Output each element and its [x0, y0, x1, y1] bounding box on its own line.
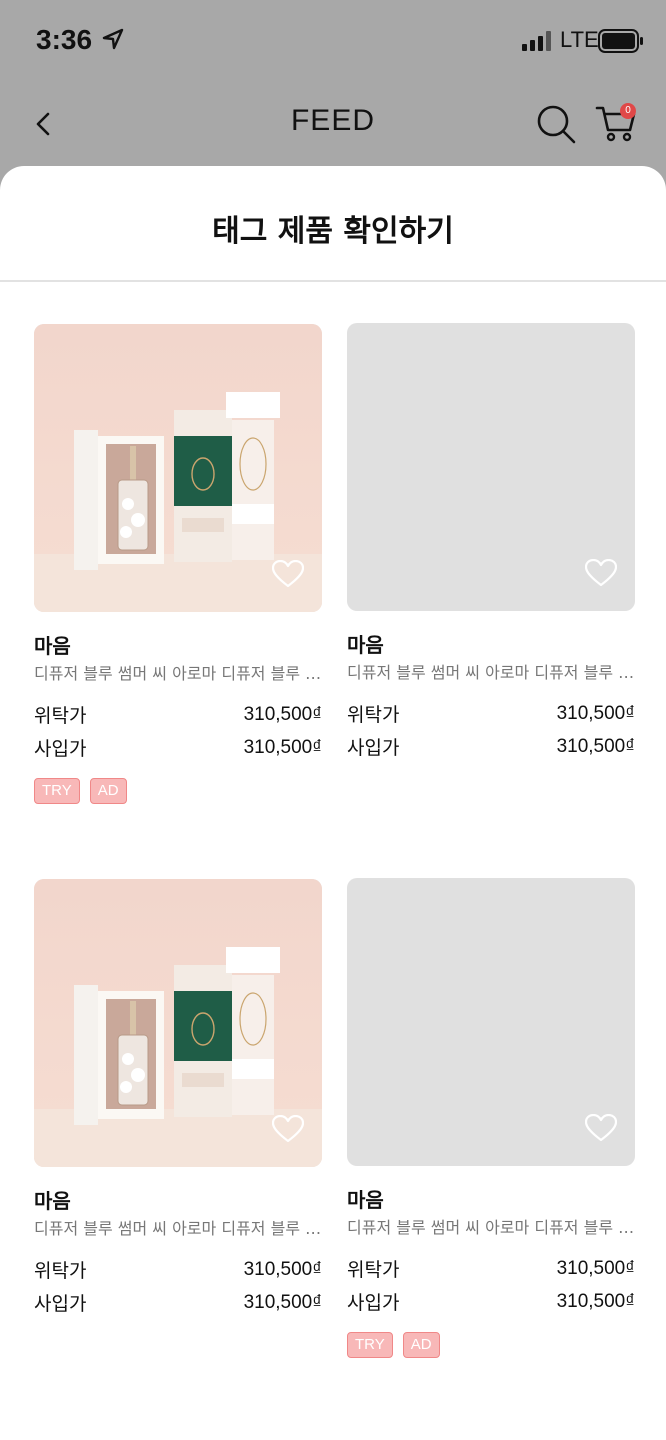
product-card[interactable]: 마음 디퓨저 블루 썸머 씨 아로마 디퓨저 블루 썸머 씨 아로마 위탁가 3…	[34, 879, 322, 1319]
consign-price-row: 위탁가 310,500₫	[34, 1253, 322, 1286]
consign-price: 310,500₫	[556, 702, 635, 724]
heart-icon[interactable]	[272, 560, 304, 588]
purchase-price: 310,500₫	[556, 1290, 635, 1312]
consign-price-row: 위탁가 310,500₫	[34, 698, 322, 731]
sheet-title: 태그 제품 확인하기	[212, 214, 454, 249]
tag-badge: AD	[402, 1332, 440, 1358]
tag-list: TRY AD	[34, 778, 322, 806]
tag-badge: TRY	[347, 1332, 393, 1358]
battery-icon	[598, 29, 643, 53]
tag-badge: TRY	[34, 778, 80, 804]
product-description: 디퓨저 블루 썸머 씨 아로마 디퓨저 블루 썸머 씨 아로마	[347, 663, 635, 682]
heart-icon[interactable]	[272, 1115, 304, 1143]
signal-icon	[522, 31, 551, 51]
tag-badge: AD	[89, 778, 127, 804]
product-image[interactable]	[347, 323, 635, 611]
product-brand: 마음	[34, 634, 71, 658]
status-time: 3:36	[36, 24, 93, 55]
purchase-price: 310,500₫	[556, 735, 635, 757]
product-brand: 마음	[347, 633, 384, 657]
purchase-price-row: 사입가 310,500₫	[347, 730, 635, 763]
location-arrow-icon	[102, 28, 124, 50]
purchase-label: 사입가	[347, 737, 400, 759]
nav-bar: FEED	[0, 84, 666, 166]
product-card[interactable]: 마음 디퓨저 블루 썸머 씨 아로마 디퓨저 블루 썸머 씨 아로마 위탁가 3…	[347, 878, 635, 1360]
search-icon[interactable]	[534, 102, 578, 146]
product-image[interactable]	[347, 878, 635, 1166]
purchase-price-row: 사입가 310,500₫	[34, 1286, 322, 1319]
consign-label: 위탁가	[34, 1260, 87, 1282]
purchase-label: 사입가	[347, 1292, 400, 1314]
consign-price-row: 위탁가 310,500₫	[347, 1252, 635, 1285]
product-image[interactable]	[34, 879, 322, 1167]
consign-price: 310,500₫	[243, 703, 322, 725]
product-description: 디퓨저 블루 썸머 씨 아로마 디퓨저 블루 썸머 씨 아로마	[34, 1219, 322, 1238]
purchase-price: 310,500₫	[243, 1291, 322, 1313]
divider	[0, 280, 666, 282]
consign-price: 310,500₫	[556, 1257, 635, 1279]
network-label: LTE	[560, 27, 599, 52]
product-brand: 마음	[34, 1189, 71, 1213]
product-description: 디퓨저 블루 썸머 씨 아로마 디퓨저 블루 썸머 씨 아로마	[34, 664, 322, 683]
consign-label: 위탁가	[347, 1259, 400, 1281]
consign-label: 위탁가	[34, 705, 87, 727]
tagged-products-sheet: 태그 제품 확인하기 마음 디퓨저 블루 썸머 씨 아로마 디퓨저 블루 썸 위…	[0, 166, 666, 1440]
purchase-label: 사입가	[34, 738, 87, 760]
consign-label: 위탁가	[347, 704, 400, 726]
status-bar: 3:36 LTE	[0, 0, 666, 84]
product-image[interactable]	[34, 324, 322, 612]
purchase-label: 사입가	[34, 1293, 87, 1315]
tag-list: TRY AD	[347, 1332, 635, 1360]
consign-price: 310,500₫	[243, 1258, 322, 1280]
heart-icon[interactable]	[585, 559, 617, 587]
purchase-price: 310,500₫	[243, 736, 322, 758]
cart-badge: 0	[620, 103, 636, 119]
product-card[interactable]: 마음 디퓨저 블루 썸머 씨 아로마 디퓨저 블루 썸머 씨 아로마 위탁가 3…	[34, 324, 322, 806]
product-card[interactable]: 마음 디퓨저 블루 썸머 씨 아로마 디퓨저 블루 썸머 씨 아로마 위탁가 3…	[347, 323, 635, 763]
product-brand: 마음	[347, 1188, 384, 1212]
heart-icon[interactable]	[585, 1114, 617, 1142]
purchase-price-row: 사입가 310,500₫	[347, 1285, 635, 1318]
consign-price-row: 위탁가 310,500₫	[347, 697, 635, 730]
purchase-price-row: 사입가 310,500₫	[34, 731, 322, 764]
product-description: 디퓨저 블루 썸머 씨 아로마 디퓨저 블루 썸머 씨 아로마	[347, 1218, 635, 1237]
